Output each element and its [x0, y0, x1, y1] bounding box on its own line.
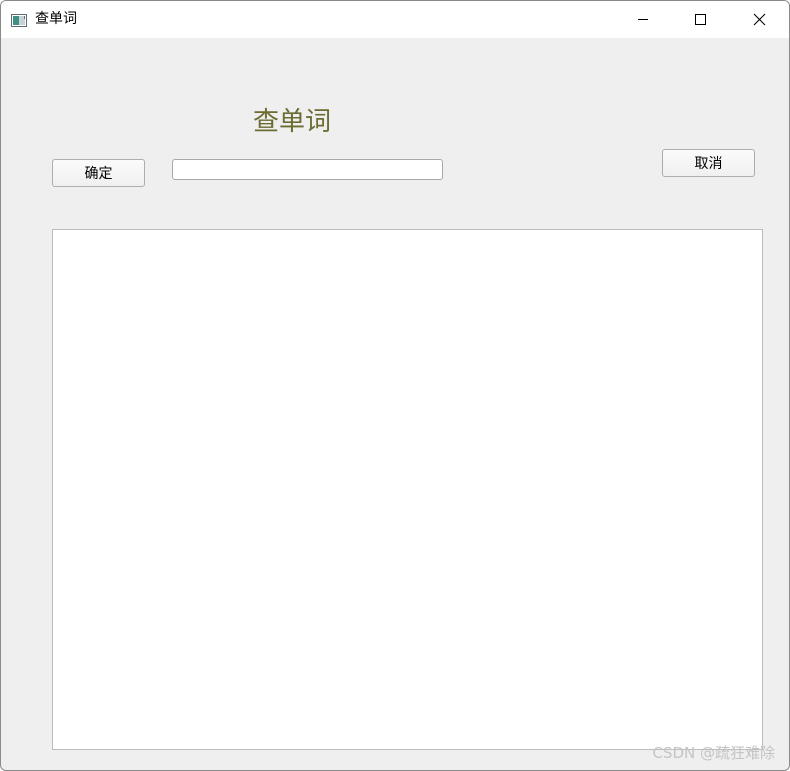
window-title: 查单词 [35, 11, 77, 27]
page-heading: 查单词 [253, 107, 332, 137]
cancel-button[interactable]: 取消 [662, 149, 755, 177]
maximize-button[interactable] [677, 1, 723, 38]
minimize-button[interactable] [620, 1, 666, 38]
confirm-button-label: 确定 [84, 166, 113, 182]
minimize-icon [638, 19, 648, 20]
app-window-icon [11, 12, 27, 27]
watermark: CSDN @疏狂难除 [652, 744, 775, 762]
result-text-area[interactable] [52, 229, 763, 750]
app-window: 查单词 查单词 确定 取消 CSDN @疏狂难除 [0, 0, 790, 771]
cancel-button-label: 取消 [694, 156, 723, 172]
close-icon [753, 13, 766, 26]
maximize-icon [695, 14, 706, 25]
confirm-button[interactable]: 确定 [52, 159, 145, 187]
word-input[interactable] [172, 159, 443, 180]
close-button[interactable] [735, 1, 781, 38]
title-bar[interactable]: 查单词 [1, 1, 789, 38]
